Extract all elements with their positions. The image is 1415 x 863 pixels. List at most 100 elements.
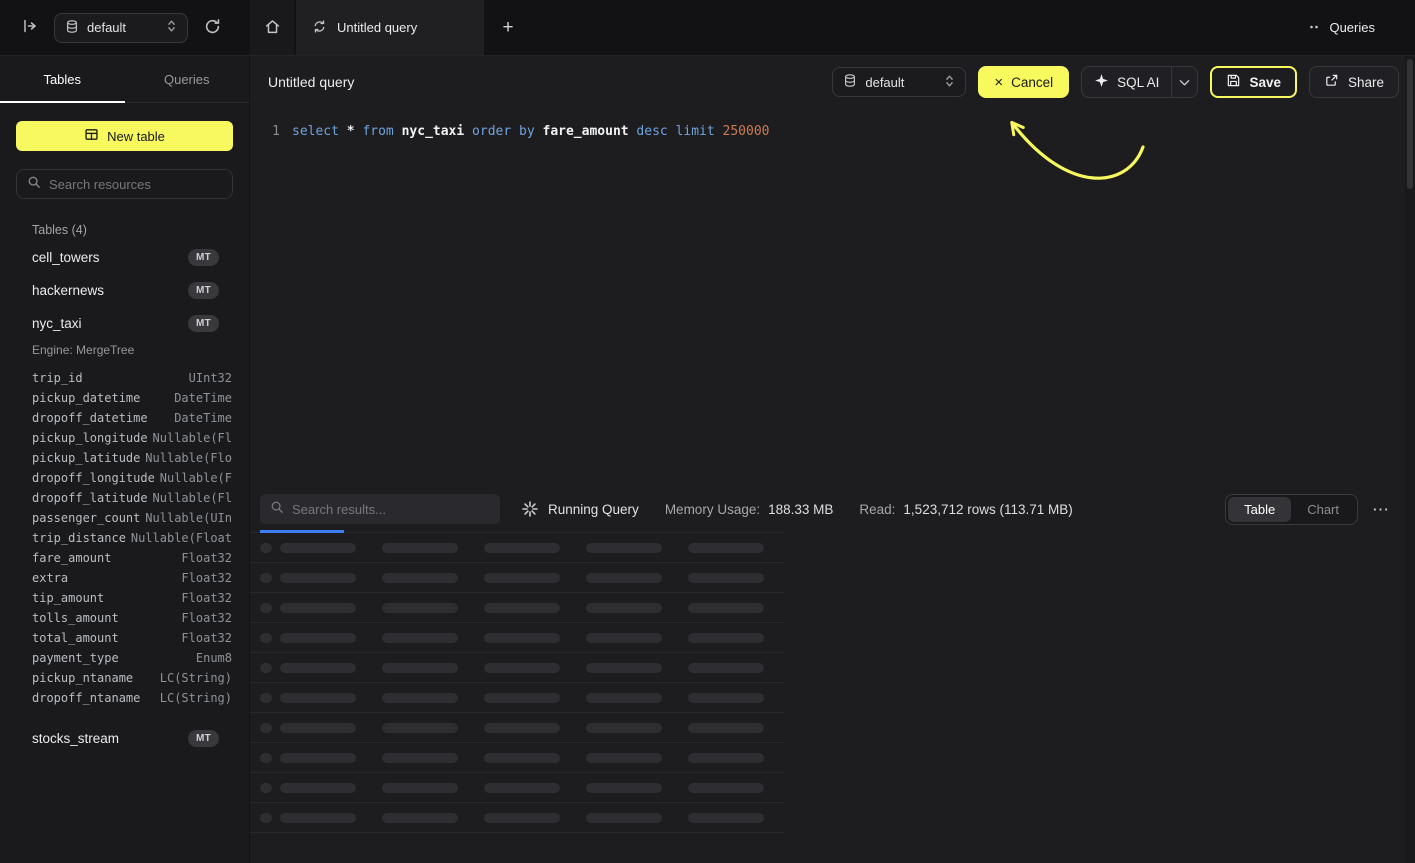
search-icon — [270, 500, 284, 519]
column-name: trip_id — [32, 371, 83, 385]
query-tab-untitled[interactable]: Untitled query — [296, 0, 484, 55]
cancel-button[interactable]: × Cancel — [978, 66, 1069, 98]
skeleton-cell — [688, 633, 764, 643]
collapse-sidebar-button[interactable] — [18, 15, 41, 40]
skeleton-cell — [280, 753, 356, 763]
table-view-button[interactable]: Table — [1228, 497, 1291, 522]
column-row: tip_amountFloat32 — [0, 588, 249, 608]
skeleton-cell — [280, 573, 356, 583]
skeleton-cell — [260, 753, 272, 763]
column-type: Float32 — [181, 591, 232, 605]
query-title: Untitled query — [268, 74, 354, 90]
skeleton-cell — [484, 663, 560, 673]
column-type: UInt32 — [189, 371, 232, 385]
skeleton-cell — [688, 663, 764, 673]
skeleton-cell — [484, 603, 560, 613]
sidebar-search — [16, 169, 233, 199]
sql-ai-button[interactable]: SQL AI — [1082, 67, 1171, 97]
sql-token: desc — [636, 124, 667, 139]
skeleton-cell — [260, 723, 272, 733]
sql-token — [394, 124, 402, 139]
table-name: stocks_stream — [32, 731, 119, 746]
table-row-stocks_stream[interactable]: stocks_streamMT — [0, 722, 249, 755]
home-tab[interactable] — [250, 0, 294, 55]
skeleton-cell — [260, 543, 272, 553]
skeleton-cell — [382, 723, 458, 733]
column-type: Nullable(Fl — [153, 491, 232, 505]
scrollbar[interactable] — [1405, 56, 1415, 863]
scrollbar-thumb[interactable] — [1407, 59, 1413, 189]
column-row: fare_amountFloat32 — [0, 548, 249, 568]
sql-ai-button-group: SQL AI — [1081, 66, 1198, 98]
column-type: Nullable(Fl — [153, 431, 232, 445]
share-button[interactable]: Share — [1309, 66, 1399, 98]
table-row-nyc_taxi[interactable]: nyc_taxiMT — [0, 307, 249, 340]
new-table-label: New table — [107, 129, 165, 144]
topbar-left: default — [0, 0, 250, 55]
sql-editor[interactable]: 1 select * from nyc_taxi order by fare_a… — [250, 108, 1405, 488]
table-row-hackernews[interactable]: hackernewsMT — [0, 274, 249, 307]
queries-link[interactable]: Queries — [1309, 0, 1415, 55]
table-name: hackernews — [32, 283, 104, 298]
table-engine-label: Engine: MergeTree — [0, 340, 249, 366]
sql-ai-label: SQL AI — [1117, 75, 1159, 90]
skeleton-cell — [586, 663, 662, 673]
sidebar-tab-tables[interactable]: Tables — [0, 56, 125, 103]
skeleton-cell — [260, 813, 272, 823]
column-type: Float32 — [181, 551, 232, 565]
skeleton-row — [250, 773, 785, 803]
chevron-down-icon — [1179, 75, 1190, 90]
queries-label: Queries — [1329, 20, 1375, 35]
skeleton-cell — [260, 693, 272, 703]
results-menu-button[interactable]: ⋯ — [1372, 501, 1389, 518]
sql-code-line: select * from nyc_taxi order by fare_amo… — [292, 122, 770, 142]
column-row: pickup_ntanameLC(String) — [0, 668, 249, 688]
search-results-input[interactable] — [292, 502, 490, 517]
topbar-database-selector[interactable]: default — [54, 13, 188, 43]
skeleton-row — [250, 623, 785, 653]
column-type: Float32 — [181, 611, 232, 625]
main-panel: Untitled query default — [250, 56, 1405, 863]
column-type: Nullable(F — [160, 471, 232, 485]
sql-token — [535, 124, 543, 139]
query-tab-label: Untitled query — [337, 20, 417, 35]
engine-badge: MT — [188, 249, 219, 266]
skeleton-cell — [484, 573, 560, 583]
skeleton-cell — [382, 663, 458, 673]
skeleton-cell — [586, 723, 662, 733]
queries-icon — [1309, 20, 1321, 35]
skeleton-row — [250, 743, 785, 773]
save-icon — [1226, 73, 1241, 91]
chart-view-button[interactable]: Chart — [1291, 497, 1355, 522]
read-value: 1,523,712 rows (113.71 MB) — [903, 502, 1072, 517]
skeleton-cell — [280, 723, 356, 733]
tables-list: cell_towersMThackernewsMTnyc_taxiMTEngin… — [0, 241, 249, 863]
search-icon — [27, 175, 41, 194]
home-icon — [264, 18, 281, 38]
spinner-icon — [522, 501, 538, 517]
sql-ai-dropdown-button[interactable] — [1171, 67, 1197, 97]
new-table-button[interactable]: New table — [16, 121, 233, 151]
skeleton-cell — [280, 693, 356, 703]
database-selector[interactable]: default — [832, 67, 966, 97]
column-type: Float32 — [181, 571, 232, 585]
cancel-label: Cancel — [1011, 75, 1053, 90]
results-skeleton — [250, 532, 785, 833]
column-row: pickup_longitudeNullable(Fl — [0, 428, 249, 448]
sql-token: from — [362, 124, 393, 139]
sidebar-tabs: Tables Queries — [0, 56, 249, 103]
column-row: total_amountFloat32 — [0, 628, 249, 648]
skeleton-cell — [688, 603, 764, 613]
column-name: dropoff_longitude — [32, 471, 155, 485]
save-button[interactable]: Save — [1210, 66, 1297, 98]
refresh-button[interactable] — [201, 15, 224, 41]
sidebar-tab-queries[interactable]: Queries — [125, 56, 250, 103]
skeleton-cell — [484, 723, 560, 733]
new-tab-button[interactable]: + — [484, 0, 532, 55]
sql-token: * — [347, 124, 355, 139]
search-resources-input[interactable] — [49, 177, 222, 192]
column-name: extra — [32, 571, 68, 585]
table-row-cell_towers[interactable]: cell_towersMT — [0, 241, 249, 274]
column-type: Float32 — [181, 631, 232, 645]
results-toolbar: Running Query Memory Usage: 188.33 MB Re… — [250, 488, 1405, 530]
